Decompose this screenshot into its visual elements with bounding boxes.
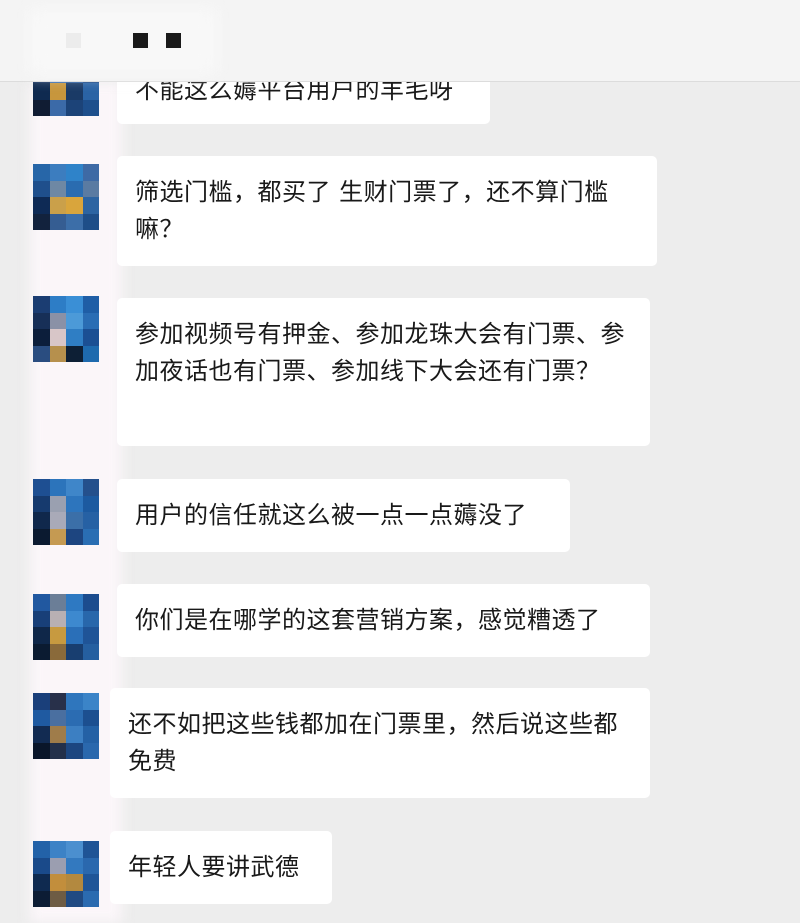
- header-title-block-2-overlay: [133, 33, 148, 48]
- blurred-chat-title-overlay: [28, 8, 218, 74]
- message-text: 还不如把这些钱都加在门票里，然后说这些都免费: [128, 710, 618, 775]
- message-bubble[interactable]: 筛选门槛，都买了 生财门票了，还不算门槛嘛？: [117, 156, 657, 266]
- message-text: 年轻人要讲武德: [128, 853, 300, 881]
- avatar[interactable]: [33, 841, 99, 907]
- avatar[interactable]: [33, 296, 99, 362]
- header-title-block-3-overlay: [166, 33, 181, 48]
- header-title-block-1-overlay: [66, 33, 81, 48]
- avatar[interactable]: [33, 164, 99, 230]
- avatar[interactable]: [33, 479, 99, 545]
- avatar[interactable]: [33, 693, 99, 759]
- message-text: 你们是在哪学的这套营销方案，感觉糟透了: [135, 606, 601, 634]
- chat-header-overlay: [0, 0, 800, 82]
- message-bubble[interactable]: 还不如把这些钱都加在门票里，然后说这些都免费: [110, 688, 650, 798]
- avatar[interactable]: [33, 594, 99, 660]
- message-text: 筛选门槛，都买了 生财门票了，还不算门槛嘛？: [135, 178, 609, 243]
- message-bubble[interactable]: 年轻人要讲武德: [110, 831, 332, 904]
- message-text: 用户的信任就这么被一点一点薅没了: [135, 501, 527, 529]
- message-bubble[interactable]: 参加视频号有押金、参加龙珠大会有门票、参加夜话也有门票、参加线下大会还有门票？: [117, 298, 650, 446]
- message-text: 参加视频号有押金、参加龙珠大会有门票、参加夜话也有门票、参加线下大会还有门票？: [135, 320, 625, 385]
- message-bubble[interactable]: 你们是在哪学的这套营销方案，感觉糟透了: [117, 584, 650, 657]
- message-bubble[interactable]: 用户的信任就这么被一点一点薅没了: [117, 479, 570, 552]
